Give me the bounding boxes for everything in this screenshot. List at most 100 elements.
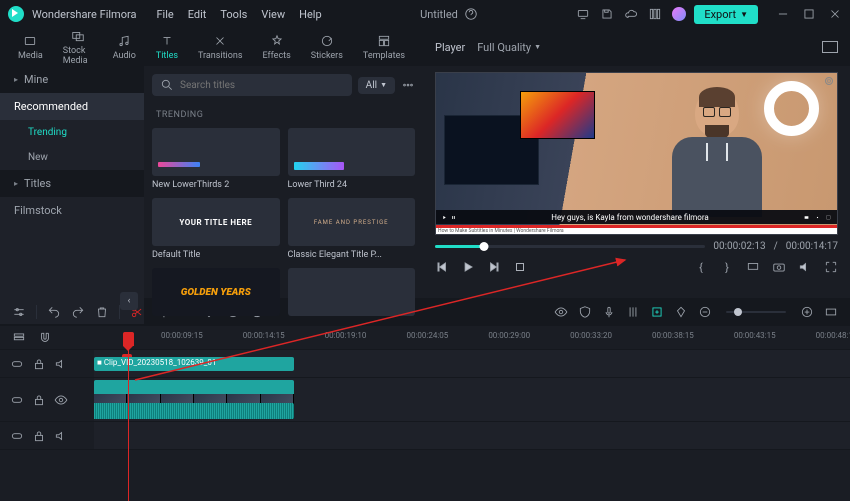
zoom-out-icon[interactable] bbox=[698, 305, 712, 319]
project-title: Untitled bbox=[420, 8, 458, 21]
cloud-icon[interactable] bbox=[624, 7, 638, 21]
pause-mini-icon bbox=[451, 215, 456, 220]
tab-stock-media[interactable]: Stock Media bbox=[63, 28, 93, 66]
templates-icon bbox=[376, 33, 392, 49]
track-toggle-icon[interactable] bbox=[10, 429, 24, 443]
next-frame-button[interactable] bbox=[487, 260, 501, 274]
prev-frame-button[interactable] bbox=[435, 260, 449, 274]
effects-icon bbox=[269, 33, 285, 49]
preview-subtext: How to Make Subtitles in Minutes | Wonde… bbox=[436, 228, 837, 234]
track-toggle-icon[interactable] bbox=[10, 357, 24, 371]
tab-media[interactable]: Media bbox=[18, 33, 43, 61]
title-card[interactable]: GOLDEN YEARS bbox=[152, 268, 280, 316]
maximize-icon[interactable] bbox=[802, 7, 816, 21]
title-card[interactable]: YOUR TITLE HEREDefault Title bbox=[152, 198, 280, 260]
audio-waveform[interactable] bbox=[94, 403, 294, 419]
stock-icon bbox=[70, 28, 86, 44]
menu-help[interactable]: Help bbox=[299, 8, 322, 21]
menu-edit[interactable]: Edit bbox=[188, 8, 207, 21]
zoom-slider[interactable] bbox=[726, 311, 786, 313]
track-layers-icon[interactable] bbox=[12, 331, 26, 345]
sidebar-item-trending[interactable]: Trending bbox=[0, 120, 144, 145]
redo-icon[interactable] bbox=[71, 305, 85, 319]
media-icon bbox=[22, 33, 38, 49]
sidebar-item-new[interactable]: New bbox=[0, 145, 144, 170]
caption-text: Hey guys, is Kayla from wondershare film… bbox=[462, 213, 798, 222]
sidebar-item-titles[interactable]: ▸Titles bbox=[0, 170, 144, 197]
shield-icon[interactable] bbox=[578, 305, 592, 319]
menu-tools[interactable]: Tools bbox=[220, 8, 247, 21]
minimize-icon[interactable] bbox=[776, 7, 790, 21]
help-icon[interactable] bbox=[464, 7, 478, 21]
play-button[interactable] bbox=[461, 260, 475, 274]
zoom-in-icon[interactable] bbox=[800, 305, 814, 319]
auto-icon[interactable] bbox=[650, 305, 664, 319]
settings-mini-icon bbox=[815, 215, 820, 220]
track-toggle-icon[interactable] bbox=[10, 393, 24, 407]
avatar[interactable] bbox=[672, 7, 686, 21]
menu-view[interactable]: View bbox=[261, 8, 285, 21]
eye-icon[interactable] bbox=[54, 393, 68, 407]
fullscreen-mini-icon bbox=[826, 215, 831, 220]
device-icon[interactable] bbox=[576, 7, 590, 21]
marker-icon[interactable] bbox=[674, 305, 688, 319]
fit-icon[interactable] bbox=[824, 305, 838, 319]
preview-settings-icon[interactable]: ⚙ bbox=[825, 77, 833, 85]
sidebar-item-filmstock[interactable]: Filmstock bbox=[0, 197, 144, 224]
tab-effects[interactable]: Effects bbox=[262, 33, 290, 61]
cc-icon bbox=[804, 215, 809, 220]
title-card[interactable]: New LowerThirds 2 bbox=[152, 128, 280, 190]
collapse-sidebar-button[interactable]: ‹ bbox=[120, 292, 138, 310]
more-icon[interactable] bbox=[401, 78, 415, 92]
magnet-icon[interactable] bbox=[38, 331, 52, 345]
mixer-icon[interactable] bbox=[626, 305, 640, 319]
lock-icon[interactable] bbox=[32, 357, 46, 371]
expand-icon[interactable] bbox=[824, 260, 838, 274]
time-total: 00:00:14:17 bbox=[786, 241, 838, 252]
time-current: 00:00:02:13 bbox=[713, 241, 765, 252]
snapshot-button[interactable] bbox=[822, 41, 838, 53]
lock-icon[interactable] bbox=[32, 429, 46, 443]
sidebar-item-mine[interactable]: ▸Mine bbox=[0, 66, 144, 93]
undo-icon[interactable] bbox=[47, 305, 61, 319]
player-tab[interactable]: Player bbox=[435, 41, 465, 54]
mark-in-icon[interactable]: { bbox=[694, 260, 708, 274]
title-card[interactable]: FAME AND PRESTIGEClassic Elegant Title P… bbox=[288, 198, 416, 260]
eye-tool-icon[interactable] bbox=[554, 305, 568, 319]
delete-icon[interactable] bbox=[95, 305, 109, 319]
volume-icon[interactable] bbox=[798, 260, 812, 274]
library-icon[interactable] bbox=[648, 7, 662, 21]
export-button[interactable]: Export ▼ bbox=[694, 5, 758, 24]
mute-icon[interactable] bbox=[54, 357, 68, 371]
tab-transitions[interactable]: Transitions bbox=[198, 33, 243, 61]
tab-titles[interactable]: Titles bbox=[156, 33, 178, 61]
caption-controls bbox=[442, 215, 456, 220]
mic-icon[interactable] bbox=[602, 305, 616, 319]
title-clip[interactable]: ■ Clip_VID_20230518_102639_01 bbox=[94, 357, 294, 371]
title-card[interactable] bbox=[288, 268, 416, 316]
menu-file[interactable]: File bbox=[156, 8, 173, 21]
playback-scrubber[interactable] bbox=[435, 245, 705, 248]
save-icon[interactable] bbox=[600, 7, 614, 21]
playhead[interactable] bbox=[128, 350, 129, 501]
tab-templates[interactable]: Templates bbox=[363, 33, 405, 61]
tab-stickers[interactable]: Stickers bbox=[311, 33, 343, 61]
lock-icon[interactable] bbox=[32, 393, 46, 407]
preview-window[interactable]: ⚙ Hey guys, is Kayla from wondershare fi… bbox=[435, 72, 838, 235]
capture-icon[interactable] bbox=[772, 260, 786, 274]
search-input[interactable] bbox=[152, 74, 352, 96]
mute-icon[interactable] bbox=[54, 429, 68, 443]
mark-out-icon[interactable]: } bbox=[720, 260, 734, 274]
timeline-ruler[interactable]: 00:00:09:15 00:00:14:15 00:00:19:10 00:0… bbox=[94, 331, 838, 347]
close-icon[interactable] bbox=[828, 7, 842, 21]
quality-dropdown[interactable]: Full Quality▼ bbox=[477, 41, 541, 54]
filter-dropdown[interactable]: All▼ bbox=[358, 77, 395, 94]
stop-button[interactable] bbox=[513, 260, 527, 274]
sidebar-item-recommended[interactable]: Recommended bbox=[0, 93, 144, 120]
search-icon bbox=[160, 78, 174, 92]
sliders-icon[interactable] bbox=[12, 305, 26, 319]
tab-audio[interactable]: Audio bbox=[113, 33, 136, 61]
section-title: TRENDING bbox=[156, 110, 415, 120]
display-icon[interactable] bbox=[746, 260, 760, 274]
title-card[interactable]: Lower Third 24 bbox=[288, 128, 416, 190]
